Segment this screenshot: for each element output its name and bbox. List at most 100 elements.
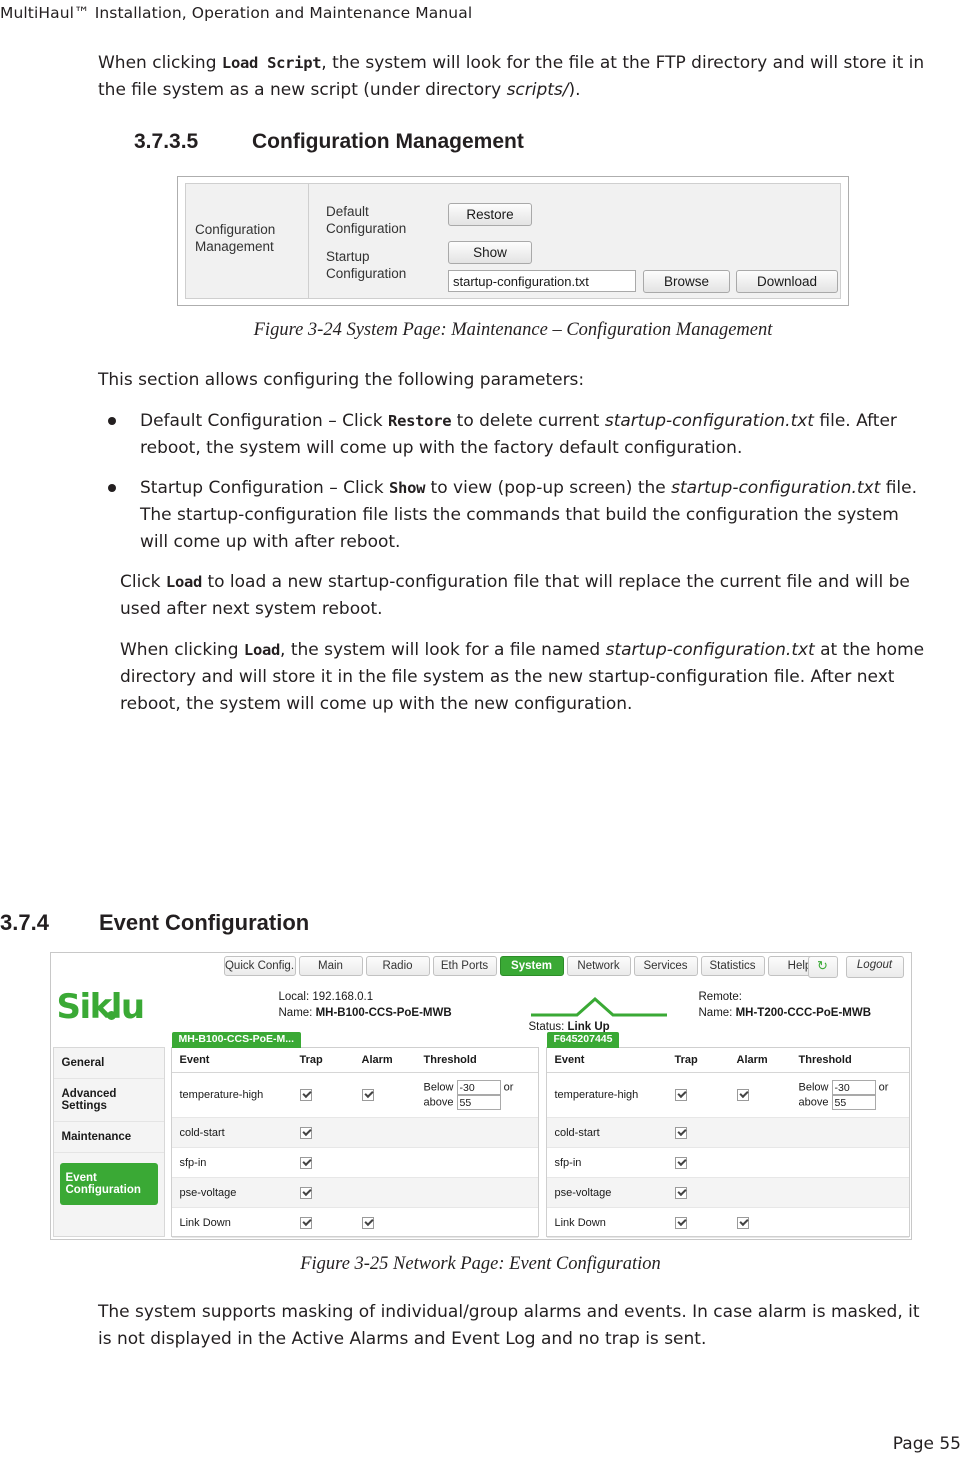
config-mgmt-title: Configuration Management <box>195 221 275 255</box>
trap-checkbox[interactable] <box>674 1089 687 1102</box>
tab-statistics[interactable]: Statistics <box>700 956 765 976</box>
tab-system[interactable]: System <box>499 956 564 976</box>
trap-checkbox[interactable] <box>674 1186 687 1199</box>
sidebar-item-maintenance[interactable]: Maintenance <box>53 1122 164 1153</box>
remote-name-line: Name: MH-T200-CCC-PoE-MWB <box>699 1005 872 1021</box>
event-name: sfp-in <box>554 1156 582 1169</box>
sidebar-item-general[interactable]: General <box>53 1048 164 1079</box>
alarm-checkbox-cell <box>736 1216 799 1229</box>
startup-config-filename-input[interactable]: startup-configuration.txt <box>448 270 636 292</box>
bullet2-text-a: Startup Configuration – Click <box>140 478 390 498</box>
tab-services[interactable]: Services <box>633 956 698 976</box>
trap-checkbox-cell <box>674 1089 737 1102</box>
event-name: cold-start <box>554 1126 600 1139</box>
tab-quick-config[interactable]: Quick Config. <box>223 956 296 976</box>
event-name: Link Down <box>554 1216 606 1229</box>
tab-main[interactable]: Main <box>298 956 363 976</box>
event-name: cold-start <box>179 1126 225 1139</box>
local-ip-line: Local: 192.168.0.1 <box>278 991 374 1003</box>
trap-checkbox[interactable] <box>674 1156 687 1169</box>
threshold-below-input[interactable]: -30 <box>456 1080 501 1095</box>
startup-configuration-label: Startup Configuration <box>326 248 406 282</box>
default-configuration-label-line2: Configuration <box>326 221 407 236</box>
bullet1-text-a: Default Configuration – Click <box>140 411 389 431</box>
threshold-above-input[interactable]: 55 <box>831 1095 876 1110</box>
trap-checkbox-cell <box>299 1126 362 1139</box>
trap-checkbox[interactable] <box>299 1186 312 1199</box>
remote-panel-tab[interactable]: F645207445 <box>546 1032 620 1048</box>
local-name-value: MH-B100-CCS-PoE-MWB <box>315 1007 452 1019</box>
table-row: sfp-in <box>171 1148 538 1178</box>
logout-button[interactable]: Logout <box>845 956 904 978</box>
column-header-trap: Trap <box>674 1054 698 1066</box>
section-374-block: 3.7.4 Event Configuration Quick Config. M… <box>0 910 961 1353</box>
alarm-checkbox[interactable] <box>361 1216 374 1229</box>
tab-network[interactable]: Network <box>566 956 631 976</box>
click-load-code: Load <box>165 573 203 591</box>
paragraph-click-load: Click Load to load a new startup-configu… <box>98 569 928 623</box>
trap-checkbox[interactable] <box>299 1126 312 1139</box>
trap-checkbox[interactable] <box>299 1156 312 1169</box>
intro-paragraph: When clicking Load Script, the system wi… <box>98 50 928 104</box>
event-name: Link Down <box>179 1216 231 1229</box>
alarm-checkbox-cell <box>736 1089 799 1102</box>
download-button[interactable]: Download <box>736 270 838 293</box>
alarm-checkbox[interactable] <box>736 1216 749 1229</box>
tab-radio[interactable]: Radio <box>365 956 430 976</box>
default-configuration-label-line1: Default <box>326 204 369 219</box>
trap-checkbox[interactable] <box>299 1216 312 1229</box>
trap-checkbox[interactable] <box>299 1089 312 1102</box>
table-row: sfp-in <box>546 1148 909 1178</box>
trap-checkbox-cell <box>674 1126 737 1139</box>
refresh-icon[interactable]: ↻ <box>807 956 838 978</box>
column-header-trap: Trap <box>299 1054 323 1066</box>
trap-checkbox-cell <box>299 1089 362 1102</box>
section-title-3735: Configuration Management <box>252 130 524 153</box>
remote-name-label: Name: <box>698 1007 736 1019</box>
section-heading-3735: 3.7.3.5 Configuration Management <box>134 130 928 154</box>
config-mgmt-title-line2: Management <box>195 239 274 254</box>
startup-configuration-label-line2: Configuration <box>326 266 407 281</box>
intro-italic-scripts: scripts/ <box>506 80 569 100</box>
trap-checkbox-cell <box>299 1186 362 1199</box>
trap-checkbox-cell <box>299 1216 362 1229</box>
column-header-alarm: Alarm <box>361 1054 393 1066</box>
remote-table-header: Event Trap Alarm Threshold <box>546 1048 909 1073</box>
event-name: sfp-in <box>179 1156 207 1169</box>
restore-button[interactable]: Restore <box>448 203 532 226</box>
trap-checkbox[interactable] <box>674 1126 687 1139</box>
local-name-label: Name: <box>278 1007 316 1019</box>
document-page: MultiHaul™ Installation, Operation and M… <box>0 0 961 1464</box>
trap-checkbox-cell <box>674 1216 737 1229</box>
section-heading-374: 3.7.4 Event Configuration <box>0 910 309 936</box>
siklu-logo-text: Siklu <box>56 987 146 1027</box>
event-name: temperature-high <box>554 1089 639 1101</box>
intro-text-c: ). <box>568 80 581 100</box>
event-name: pse-voltage <box>554 1186 612 1199</box>
list-item-startup-configuration: Startup Configuration – Click Show to vi… <box>98 475 928 556</box>
trap-checkbox[interactable] <box>674 1216 687 1229</box>
tab-eth-ports[interactable]: Eth Ports <box>432 956 497 976</box>
sidebar-item-advanced-settings[interactable]: Advanced Settings <box>53 1079 164 1122</box>
default-configuration-label: Default Configuration <box>326 203 406 237</box>
alarm-checkbox[interactable] <box>361 1089 374 1102</box>
table-row: pse-voltage <box>546 1178 909 1208</box>
threshold-cell: Below -30 or above 55 <box>799 1080 909 1110</box>
intro-code-load-script: Load Script <box>221 54 322 72</box>
threshold-below-input[interactable]: -30 <box>831 1080 876 1095</box>
trap-checkbox-cell <box>674 1186 737 1199</box>
threshold-above-input[interactable]: 55 <box>456 1095 501 1110</box>
when-clicking-text-b: , the system will look for a file named <box>280 640 606 660</box>
paragraph-when-clicking-load: When clicking Load, the system will look… <box>98 637 928 718</box>
show-button[interactable]: Show <box>448 241 532 264</box>
trap-checkbox-cell <box>674 1156 737 1169</box>
table-row: temperature-high Below -30 or above 55 <box>171 1073 538 1118</box>
bullet1-code-restore: Restore <box>388 412 452 430</box>
remote-name-value: MH-T200-CCC-PoE-MWB <box>735 1007 872 1019</box>
figure-25-caption: Figure 3-25 Network Page: Event Configur… <box>300 1254 661 1274</box>
alarm-checkbox[interactable] <box>736 1089 749 1102</box>
local-panel-tab[interactable]: MH-B100-CCS-PoE-M... <box>171 1032 302 1048</box>
browse-button[interactable]: Browse <box>643 270 730 293</box>
threshold-below-label: Below <box>798 1081 829 1094</box>
sidebar-item-event-configuration[interactable]: Event Configuration <box>59 1163 158 1205</box>
